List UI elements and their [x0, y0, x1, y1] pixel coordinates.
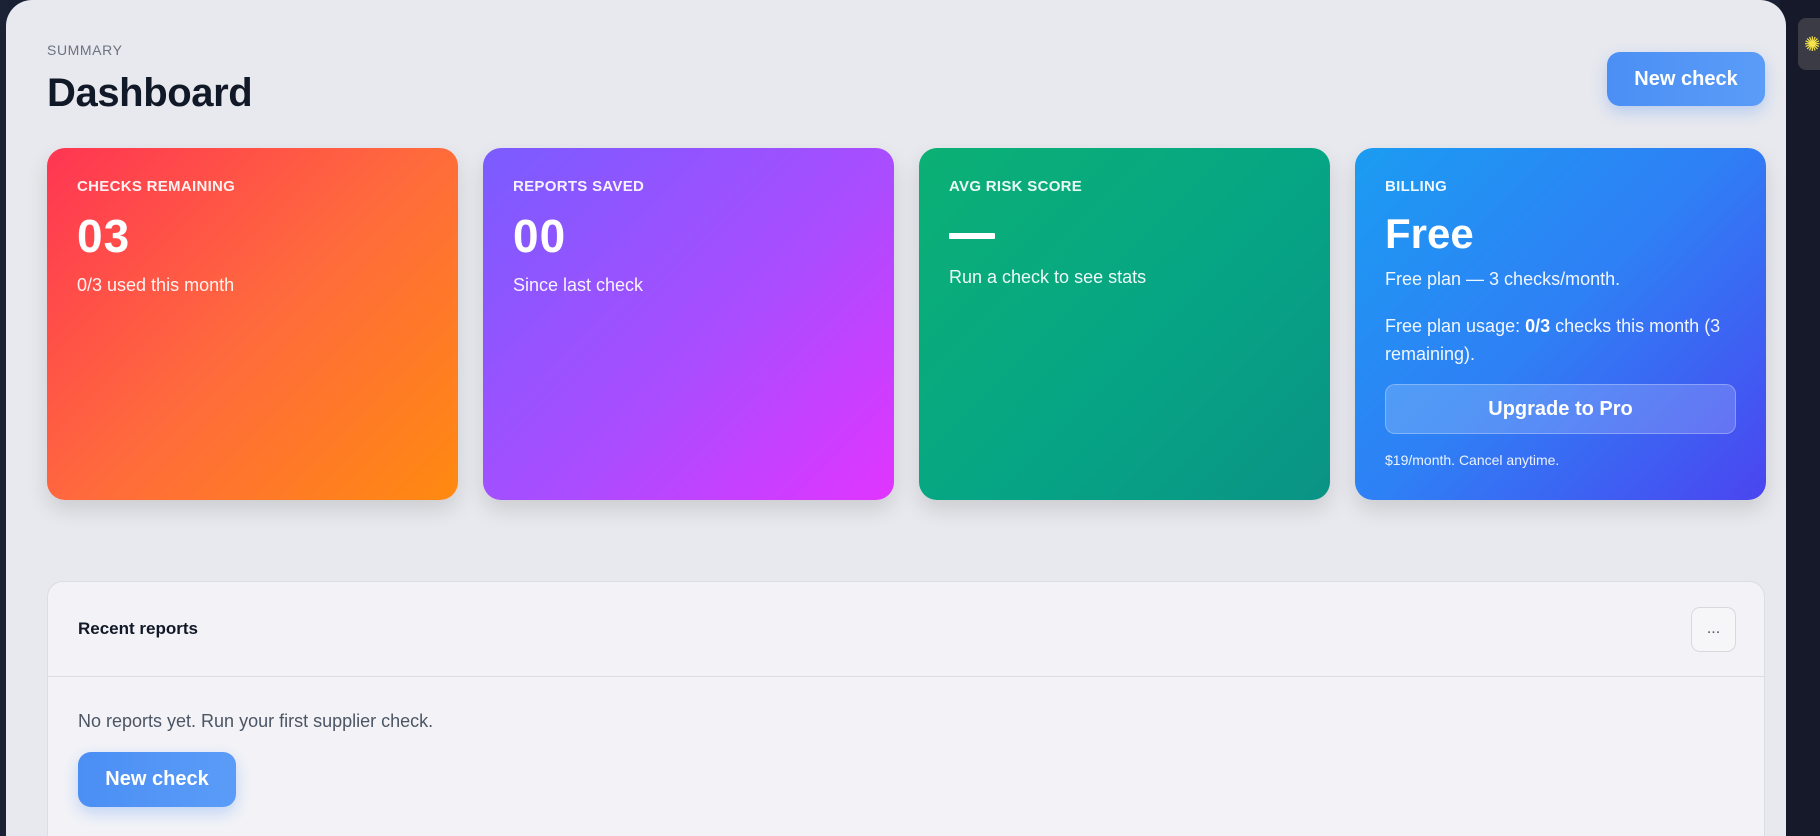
billing-plan-value: Free [1385, 210, 1474, 257]
new-check-button[interactable]: New check [1607, 52, 1765, 106]
checks-remaining-card: CHECKS REMAINING 03 0/3 used this month [47, 148, 458, 500]
card-subtext: 0/3 used this month [77, 275, 235, 295]
avg-risk-score-card: AVG RISK SCORE Run a check to see stats [919, 148, 1330, 500]
avg-risk-score-value [949, 233, 995, 239]
card-subtext: Since last check [513, 275, 644, 295]
billing-usage: Free plan usage: 0/3 checks this month (… [1385, 312, 1736, 368]
card-label: BILLING [1385, 178, 1448, 195]
page-title: Dashboard [47, 71, 253, 115]
upgrade-to-pro-button[interactable]: Upgrade to Pro [1385, 384, 1736, 434]
more-horizontal-icon[interactable]: ... [1691, 606, 1736, 652]
billing-card: BILLING Free Free plan — 3 checks/month.… [1355, 148, 1766, 500]
empty-state-text: No reports yet. Run your first supplier … [78, 711, 434, 731]
billing-usage-value: 0/3 [1525, 316, 1551, 336]
dashboard-panel: SUMMARY Dashboard New check CHECKS REMAI… [6, 0, 1786, 836]
billing-usage-prefix: Free plan usage: [1385, 316, 1526, 336]
card-label: CHECKS REMAINING [77, 178, 236, 195]
recent-reports-section: Recent reports ... No reports yet. Run y… [47, 581, 1765, 836]
new-check-button-inline[interactable]: New check [78, 752, 236, 807]
billing-plan-description: Free plan — 3 checks/month. [1385, 269, 1621, 289]
reports-saved-value: 00 [513, 210, 567, 262]
recent-reports-header: Recent reports ... [48, 582, 1764, 677]
card-subtext: Run a check to see stats [949, 267, 1147, 287]
sun-widget[interactable]: ✺ [1798, 18, 1820, 70]
right-background [1780, 0, 1820, 836]
billing-note: $19/month. Cancel anytime. [1385, 452, 1560, 468]
recent-reports-body: No reports yet. Run your first supplier … [48, 677, 1764, 836]
recent-reports-title: Recent reports [78, 619, 198, 638]
card-label: REPORTS SAVED [513, 178, 645, 195]
card-label: AVG RISK SCORE [949, 178, 1083, 195]
page-eyebrow: SUMMARY [47, 42, 123, 58]
sun-icon: ✺ [1804, 32, 1820, 56]
page-header: SUMMARY Dashboard [47, 42, 253, 116]
checks-remaining-value: 03 [77, 210, 131, 262]
reports-saved-card: REPORTS SAVED 00 Since last check [483, 148, 894, 500]
